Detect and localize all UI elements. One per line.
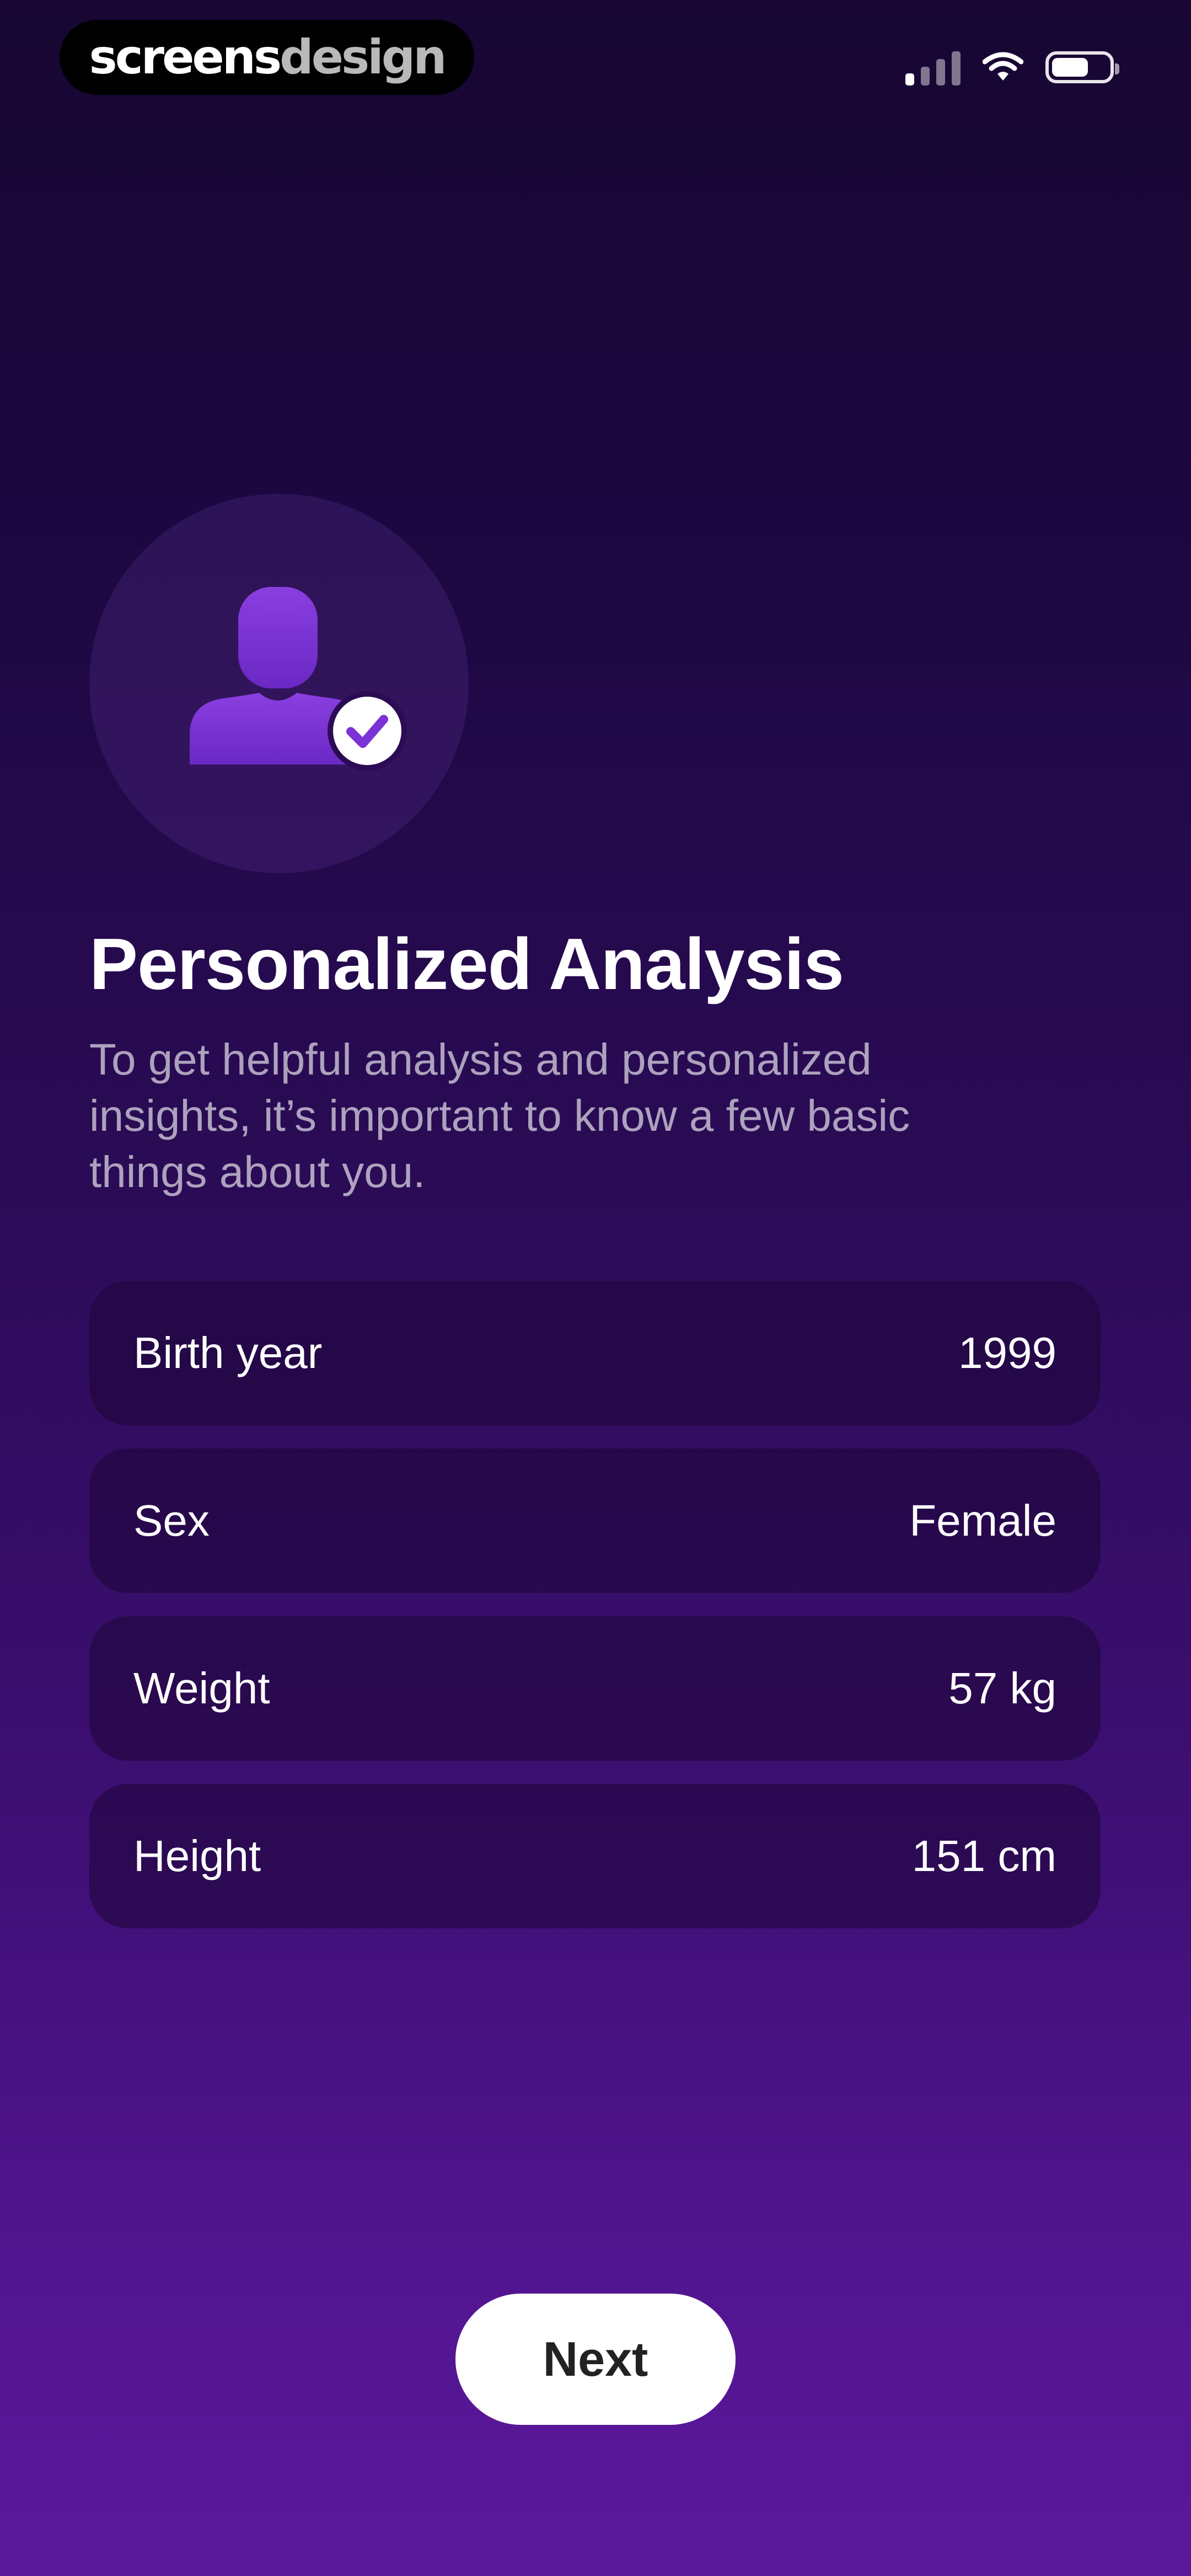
field-value: 1999 — [958, 1328, 1056, 1377]
field-row-birth-year[interactable]: Birth year 1999 — [89, 1281, 1101, 1425]
field-label: Birth year — [133, 1328, 323, 1377]
page-title: Personalized Analysis — [89, 923, 844, 1004]
field-value: Female — [909, 1496, 1056, 1545]
field-label: Weight — [133, 1664, 270, 1713]
user-verified-icon — [190, 587, 407, 771]
cellular-signal-icon — [905, 49, 961, 85]
screensdesign-watermark: screens design — [60, 20, 474, 95]
profile-fields-list: Birth year 1999 Sex Female Weight 57 kg … — [89, 1281, 1101, 1952]
field-row-weight[interactable]: Weight 57 kg — [89, 1616, 1101, 1761]
field-value: 151 cm — [911, 1831, 1056, 1880]
page-subtitle: To get helpful analysis and personalized… — [89, 1035, 910, 1196]
watermark-text-screens: screens — [89, 30, 282, 85]
battery-icon — [1045, 51, 1119, 83]
field-label: Sex — [133, 1496, 210, 1545]
field-value: 57 kg — [948, 1664, 1056, 1713]
field-row-sex[interactable]: Sex Female — [89, 1449, 1101, 1593]
status-bar — [905, 45, 1119, 89]
field-row-height[interactable]: Height 151 cm — [89, 1784, 1101, 1928]
next-button[interactable]: Next — [455, 2294, 736, 2425]
field-label: Height — [133, 1831, 261, 1880]
wifi-icon — [983, 52, 1023, 81]
watermark-text-design: design — [280, 30, 447, 85]
